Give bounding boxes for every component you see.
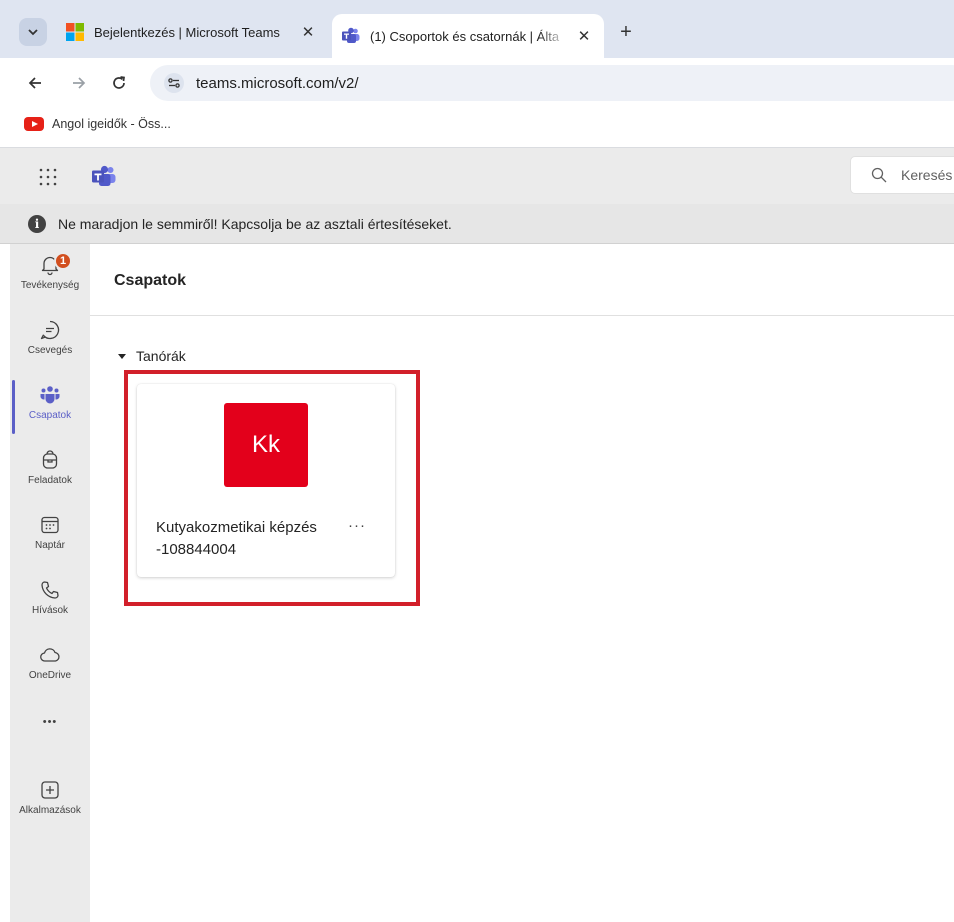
add-app-icon xyxy=(41,781,59,799)
rail-item-assignments[interactable]: Feladatok xyxy=(10,439,90,501)
caret-down-icon xyxy=(118,353,126,359)
tab-close-icon[interactable]: ✕ xyxy=(298,22,318,42)
tab-search-button[interactable] xyxy=(19,18,47,46)
team-name: Kutyakozmetikai képzés -108844004 xyxy=(156,519,317,558)
teams-icon xyxy=(342,27,360,43)
cloud-icon xyxy=(40,648,60,662)
more-options-button[interactable]: ··· xyxy=(345,517,369,537)
new-tab-button[interactable]: + xyxy=(612,18,640,46)
calendar-icon xyxy=(41,516,59,534)
search-icon xyxy=(871,167,887,183)
team-avatar: Kk xyxy=(224,403,308,487)
rail-label: Feladatok xyxy=(28,475,72,486)
rail-item-more[interactable]: ••• xyxy=(10,706,90,746)
microsoft-logo-icon xyxy=(66,23,84,41)
address-bar[interactable]: teams.microsoft.com/v2/ xyxy=(150,65,954,101)
rail-item-calls[interactable]: Hívások xyxy=(10,569,90,631)
site-settings-icon[interactable] xyxy=(164,73,184,93)
browser-tab-teams[interactable]: (1) Csoportok és csatornák | Álta ✕ xyxy=(332,14,604,58)
arrow-left-icon xyxy=(28,77,41,89)
tab-close-icon[interactable]: ✕ xyxy=(574,26,594,46)
rail-item-calendar[interactable]: Naptár xyxy=(10,504,90,566)
notification-badge: 1 xyxy=(54,252,72,270)
rail-item-chat[interactable]: Csevegés xyxy=(10,309,90,371)
browser-toolbar: teams.microsoft.com/v2/ xyxy=(0,58,954,108)
bookmarks-bar: Angol igeidők - Öss... xyxy=(0,108,954,148)
page-title: Csapatok xyxy=(114,272,187,289)
rail-label: OneDrive xyxy=(28,670,72,681)
more-icon: ••• xyxy=(42,716,58,728)
rail-item-onedrive[interactable]: OneDrive xyxy=(10,634,90,696)
chevron-down-icon xyxy=(28,29,38,36)
rail-label: Naptár xyxy=(34,540,65,551)
tab-title: Bejelentkezés | Microsoft Teams xyxy=(94,24,280,40)
app-launcher-icon[interactable] xyxy=(37,166,59,188)
rail-label: Csapatok xyxy=(28,410,72,421)
team-card[interactable]: Kk Kutyakozmetikai képzés -108844004 ··· xyxy=(137,384,395,577)
notification-text: Ne maradjon le semmiről! Kapcsolja be az… xyxy=(58,215,452,232)
rail-label: Csevegés xyxy=(27,345,73,356)
browser-tab-strip: Bejelentkezés | Microsoft Teams ✕ (1) Cs… xyxy=(0,0,954,58)
team-group-header[interactable]: Tanórák xyxy=(118,348,186,364)
youtube-icon xyxy=(24,117,44,131)
forward-button[interactable] xyxy=(64,68,94,98)
header-divider xyxy=(90,315,954,316)
rail-label: Tevékenység xyxy=(20,280,80,291)
rail-item-activity[interactable]: 1 Tevékenység xyxy=(10,244,90,306)
search-placeholder: Keresés xyxy=(901,167,953,183)
browser-tab-login[interactable]: Bejelentkezés | Microsoft Teams ✕ xyxy=(56,14,328,50)
back-button[interactable] xyxy=(20,68,50,98)
rail-label: Hívások xyxy=(31,605,69,616)
rail-item-apps[interactable]: Alkalmazások xyxy=(10,769,90,831)
main-content: Csapatok Tanórák Kk Kutyakozmetikai képz… xyxy=(90,244,954,922)
search-input[interactable]: Keresés xyxy=(850,156,954,194)
reload-button[interactable] xyxy=(104,68,134,98)
group-name: Tanórák xyxy=(136,348,186,364)
app-rail: 1 Tevékenység Csevegés Csapatok Feladato… xyxy=(10,244,90,922)
reload-icon xyxy=(113,76,125,89)
bookmark-label: Angol igeidők - Öss... xyxy=(52,117,171,131)
url-text: teams.microsoft.com/v2/ xyxy=(196,74,359,92)
notification-banner: i Ne maradjon le semmiről! Kapcsolja be … xyxy=(0,204,954,244)
arrow-right-icon xyxy=(73,77,86,89)
teams-logo-icon xyxy=(92,165,116,186)
info-icon: i xyxy=(28,214,46,233)
backpack-icon xyxy=(42,450,58,469)
bookmark-item[interactable]: Angol igeidők - Öss... xyxy=(24,117,171,131)
rail-label: Alkalmazások xyxy=(19,805,81,816)
phone-icon xyxy=(41,581,59,599)
teams-people-icon xyxy=(40,386,60,404)
teams-header: Keresés xyxy=(0,148,954,204)
tab-title: (1) Csoportok és csatornák | Álta xyxy=(370,28,560,44)
chat-icon xyxy=(40,320,60,340)
rail-item-teams[interactable]: Csapatok xyxy=(10,374,90,436)
